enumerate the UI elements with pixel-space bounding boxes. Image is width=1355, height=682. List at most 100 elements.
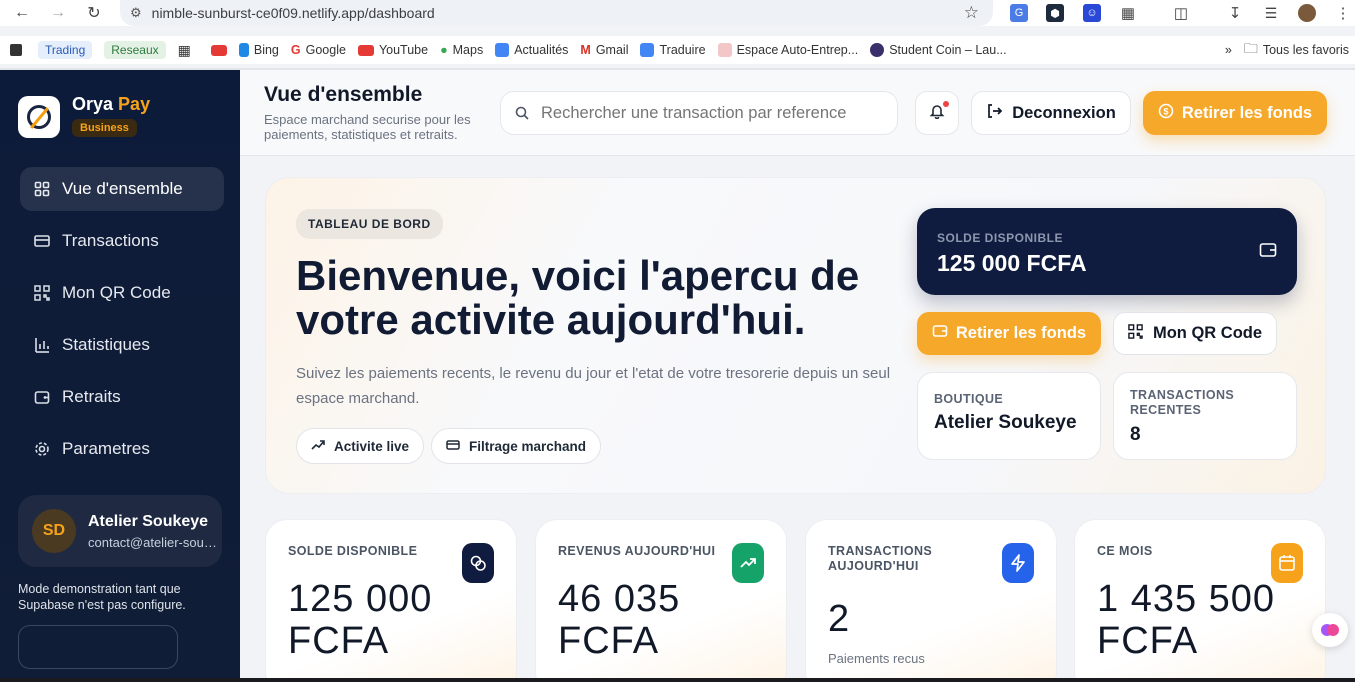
search-input[interactable] — [541, 103, 881, 123]
gmail-icon: M — [580, 43, 591, 57]
logout-icon — [986, 103, 1003, 124]
bookmark-maps[interactable]: ● Maps — [434, 39, 489, 61]
search-icon — [515, 106, 529, 120]
all-bookmarks[interactable]: 🗀 Tous les favoris — [1238, 39, 1355, 61]
sidebar-item-label: Mon QR Code — [62, 283, 171, 302]
notification-dot — [943, 101, 949, 107]
assistant-brain-icon[interactable] — [1312, 613, 1348, 647]
apps-grid-icon[interactable]: ▦ — [172, 39, 197, 61]
sidebar: Orya Pay Business Vue d'ensemble Transac… — [0, 70, 240, 682]
chart-icon — [34, 337, 50, 353]
stat-card-this-month: CE MOIS 1 435 500 FCFA — [1074, 519, 1326, 682]
bookmark-traduire[interactable]: Traduire — [634, 39, 711, 61]
hero-qr-label: Mon QR Code — [1152, 324, 1263, 342]
stat-label: SOLDE DISPONIBLE — [288, 544, 418, 558]
bookmark-trading[interactable]: Trading — [32, 39, 98, 61]
media-control-icon[interactable]: ☰ — [1262, 4, 1280, 22]
site-icon — [717, 43, 732, 57]
grid-icon — [34, 181, 50, 197]
bookmark-youtube[interactable]: YouTube — [352, 39, 434, 61]
more-bookmarks-icon[interactable]: » — [1219, 39, 1238, 61]
youtube-icon — [357, 44, 374, 56]
wallet-icon — [34, 389, 50, 405]
address-bar[interactable]: ⚙ nimble-sunburst-ce0f09.netlify.app/das… — [120, 0, 993, 26]
news-icon — [495, 43, 510, 57]
brand-badge: Business — [72, 119, 137, 137]
extension-hex-icon[interactable]: ⬢ — [1046, 4, 1064, 22]
notifications-button[interactable] — [915, 91, 959, 135]
translate-extension-icon[interactable]: G — [1010, 4, 1028, 22]
stat-label: REVENUS AUJOURD'HUI — [558, 544, 716, 558]
card-icon — [446, 438, 460, 455]
url-text: nimble-sunburst-ce0f09.netlify.app/dashb… — [151, 5, 435, 21]
bookmark-espace-auto[interactable]: Espace Auto-Entrep... — [712, 39, 865, 61]
sidebar-item-qr-code[interactable]: Mon QR Code — [20, 271, 224, 315]
live-activity-pill[interactable]: Activite live — [296, 428, 425, 464]
extensions-puzzle-icon[interactable]: ▦ — [1119, 4, 1137, 22]
bookmark-gmail[interactable]: M Gmail — [574, 39, 634, 61]
stat-card-transactions-today: TRANSACTIONS AUJOURD'HUI 2 Paiements rec… — [805, 519, 1057, 682]
coins-icon — [462, 543, 494, 583]
balance-value: 125 000 FCFA — [937, 250, 1087, 276]
browser-menu-icon[interactable]: ⋮ — [1334, 4, 1352, 22]
logout-label: Deconnexion — [1012, 103, 1116, 122]
user-email: contact@atelier-soukeye — [88, 535, 218, 550]
balance-card: SOLDE DISPONIBLE 125 000 FCFA — [917, 208, 1297, 295]
card-icon — [34, 233, 50, 249]
trending-up-icon — [732, 543, 764, 583]
profile-avatar-icon[interactable] — [1298, 4, 1316, 22]
hero-withdraw-button[interactable]: Retirer les fonds — [917, 312, 1101, 355]
hero-qr-button[interactable]: Mon QR Code — [1113, 312, 1277, 355]
sidebar-item-overview[interactable]: Vue d'ensemble — [20, 167, 224, 211]
logo[interactable] — [18, 96, 60, 138]
gear-icon — [34, 441, 50, 457]
download-icon[interactable]: ↧ — [1226, 4, 1244, 22]
reload-icon[interactable]: ↻ — [76, 0, 112, 26]
user-card[interactable]: SD Atelier Soukeye contact@atelier-souke… — [18, 495, 222, 567]
sidebar-item-label: Retraits — [62, 387, 121, 406]
bookmark-student-coin[interactable]: Student Coin – Lau... — [864, 39, 1012, 61]
stat-value: 2 — [828, 598, 851, 640]
forward-icon[interactable]: → — [40, 0, 76, 26]
search-box[interactable] — [500, 91, 898, 135]
page-title: Vue d'ensemble — [264, 83, 423, 106]
folder-icon: 🗀 — [1243, 40, 1258, 56]
bookmark-actualites[interactable]: Actualités — [489, 39, 574, 61]
sidebar-item-transactions[interactable]: Transactions — [20, 219, 224, 263]
stat-subtext: Paiements recus — [828, 651, 925, 666]
balance-label: SOLDE DISPONIBLE — [937, 231, 1064, 245]
svg-text:$: $ — [1163, 106, 1168, 116]
bookmark-google[interactable]: G Google — [285, 39, 352, 61]
bookmark-star-icon[interactable]: ☆ — [964, 3, 979, 23]
hero-withdraw-label: Retirer les fonds — [955, 324, 1087, 342]
sidebar-item-settings[interactable]: Parametres — [20, 427, 224, 471]
qr-icon — [1128, 323, 1143, 344]
wallet-icon — [932, 323, 948, 344]
bookmark-reseaux[interactable]: Reseaux — [98, 39, 171, 61]
back-icon[interactable]: ← — [4, 0, 40, 26]
stat-label: CE MOIS — [1097, 544, 1153, 558]
maps-pin-icon: ● — [440, 43, 448, 57]
brand-accent: Pay — [118, 94, 151, 114]
top-header: Vue d'ensemble Espace marchand securise … — [240, 70, 1355, 156]
bookmarks-bar: Trading Reseaux ▦ Bing G Google YouTube ●… — [0, 36, 1355, 64]
bookmark-bing[interactable]: Bing — [233, 39, 285, 61]
sidebar-item-withdrawals[interactable]: Retraits — [20, 375, 224, 419]
sidebar-item-label: Parametres — [62, 439, 150, 458]
withdraw-funds-button[interactable]: $ Retirer les fonds — [1143, 91, 1327, 135]
logout-button[interactable]: Deconnexion — [971, 91, 1131, 135]
shop-label: BOUTIQUE — [934, 392, 1004, 406]
stat-value: 46 035 FCFA — [558, 578, 681, 662]
sidebar-action-button[interactable] — [18, 625, 178, 669]
site-settings-icon[interactable]: ⚙ — [130, 5, 142, 21]
student-coin-icon — [870, 43, 885, 57]
reading-mode-icon[interactable]: ◫ — [1172, 4, 1190, 22]
apps-square-icon[interactable] — [10, 44, 22, 56]
sidebar-item-statistics[interactable]: Statistiques — [20, 323, 224, 367]
hero-title: Bienvenue, voici l'apercu de votre activ… — [296, 252, 860, 343]
extension-bot-icon[interactable]: ☺ — [1083, 4, 1101, 22]
merchant-filter-pill[interactable]: Filtrage marchand — [431, 428, 602, 464]
translate-icon — [640, 43, 655, 57]
stat-card-balance: SOLDE DISPONIBLE 125 000 FCFA — [265, 519, 517, 682]
youtube-shortcut-icon[interactable] — [205, 39, 233, 61]
